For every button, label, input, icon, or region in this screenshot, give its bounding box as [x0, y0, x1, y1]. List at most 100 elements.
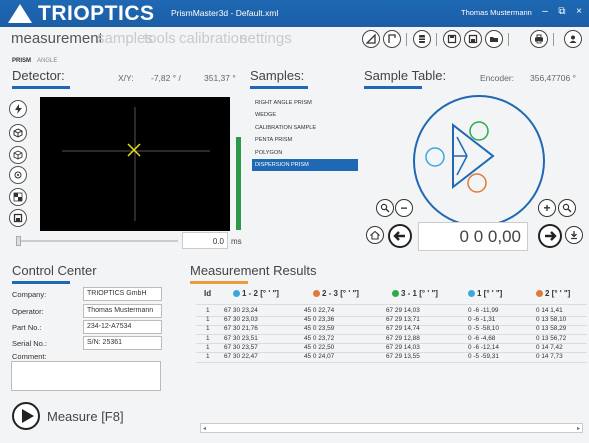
menu-measurement[interactable]: measurement: [11, 30, 103, 47]
subtab-prism[interactable]: PRISM: [12, 58, 31, 64]
table-cell: 67 29 14,03: [386, 307, 420, 314]
save-icon[interactable]: [443, 30, 461, 48]
prism-angle-icon[interactable]: [362, 30, 380, 48]
exposure-input[interactable]: 0.0: [182, 232, 228, 249]
operator-label: Operator:: [12, 307, 44, 316]
column-header-id[interactable]: Id: [204, 289, 211, 298]
sample-table-title: Sample Table:: [364, 68, 447, 83]
zoom-out-icon[interactable]: −: [395, 199, 413, 217]
toolbar-separator: [508, 33, 509, 46]
table-cell: 1: [206, 334, 210, 342]
table-cell: 67 30 21,76: [224, 325, 258, 333]
table-cell: 0 14 7,73: [536, 353, 563, 360]
part-no-field[interactable]: 234-12-A7534: [83, 320, 162, 334]
flash-icon[interactable]: [9, 100, 27, 118]
sample-item[interactable]: POLYGON: [252, 147, 358, 159]
sample-list: RIGHT ANGLE PRISM WEDGE CALIBRATION SAMP…: [252, 97, 358, 172]
menu-calibration[interactable]: calibration: [179, 30, 247, 47]
print-icon[interactable]: [530, 30, 548, 48]
cube-outline-icon[interactable]: [9, 146, 27, 164]
samples-underline: [250, 86, 308, 89]
table-cell: 0 13 58,10: [536, 316, 567, 324]
rotate-left-button[interactable]: [388, 224, 412, 248]
column-header-1[interactable]: 1 [° ' "]: [468, 289, 502, 298]
menu-bar: measurement samples tools calibration se…: [0, 27, 589, 53]
exposure-slider-track[interactable]: [20, 240, 178, 242]
cube-icon[interactable]: [9, 124, 27, 142]
exposure-slider-handle[interactable]: [16, 236, 21, 246]
control-center-underline: [12, 281, 70, 284]
results-underline: [190, 281, 248, 284]
table-cell: 0 -5 -59,31: [468, 353, 499, 360]
user-icon[interactable]: [564, 30, 582, 48]
table-cell: 1: [206, 307, 210, 314]
horizontal-scrollbar[interactable]: ◂ ▸: [200, 423, 583, 433]
sample-item[interactable]: PENTA PRISM: [252, 134, 358, 146]
play-icon[interactable]: [22, 409, 34, 423]
x-value: -7,82 ° /: [151, 73, 181, 83]
toolbar-separator: [436, 33, 437, 46]
save-image-icon[interactable]: [9, 209, 27, 227]
flag-icon[interactable]: [383, 30, 401, 48]
column-header-2[interactable]: 2 [° ' "]: [536, 289, 570, 298]
sample-table-view[interactable]: [413, 95, 545, 227]
subtab-angle[interactable]: ANGLE: [37, 58, 57, 64]
table-cell: 45 0 24,07: [304, 353, 335, 360]
row-divider: [196, 361, 587, 363]
comment-input[interactable]: [11, 361, 161, 391]
database-icon[interactable]: [413, 30, 431, 48]
zoom-search-left-icon[interactable]: [376, 199, 394, 217]
serial-no-field[interactable]: S/N: 25361: [83, 336, 162, 350]
column-header-2-3[interactable]: 2 - 3 [° ' "]: [313, 289, 359, 298]
sample-item[interactable]: CALIBRATION SAMPLE: [252, 122, 358, 134]
serial-no-label: Serial No.:: [12, 339, 48, 348]
column-header-label: 1 [° ' "]: [477, 289, 503, 298]
rotate-right-button[interactable]: [538, 224, 562, 248]
table-cell: 67 30 23,24: [224, 307, 258, 314]
exposure-unit: ms: [231, 237, 242, 246]
logo-text: TRIOPTICS: [38, 2, 155, 25]
table-cell: 45 0 23,72: [304, 334, 335, 342]
maximize-button[interactable]: ⧉: [555, 5, 569, 19]
sample-item[interactable]: WEDGE: [252, 109, 358, 121]
company-field[interactable]: TRIOPTICS GmbH: [83, 287, 162, 301]
download-icon[interactable]: [565, 226, 583, 244]
table-cell: 1: [206, 353, 210, 360]
detector-view[interactable]: [40, 97, 230, 231]
table-cell: 67 30 23,57: [224, 343, 258, 351]
table-cell: 67 29 14,03: [386, 343, 420, 351]
table-cell: 67 29 12,88: [386, 334, 420, 342]
orange-dot-icon: [313, 290, 320, 297]
operator-field[interactable]: Thomas Mustermann: [83, 304, 162, 318]
checkerboard-icon[interactable]: [9, 188, 27, 206]
minimize-button[interactable]: –: [538, 5, 552, 19]
measure-label[interactable]: Measure [F8]: [47, 409, 124, 424]
angle-input[interactable]: 0 0 0,00: [418, 222, 528, 251]
table-cell: 67 29 13,55: [386, 353, 420, 360]
zoom-in-icon[interactable]: +: [538, 199, 556, 217]
header-divider: [196, 304, 587, 305]
menu-settings[interactable]: settings: [240, 30, 292, 47]
table-cell: 45 0 23,59: [304, 325, 335, 333]
column-header-1-2[interactable]: 1 - 2 [° ' "]: [233, 289, 279, 298]
save-as-icon[interactable]: [464, 30, 482, 48]
menu-tools[interactable]: tools: [144, 30, 176, 47]
results-title: Measurement Results: [190, 263, 317, 278]
column-header-label: 3 - 1 [° ' "]: [401, 289, 438, 298]
detector-title: Detector:: [12, 68, 65, 83]
table-cell: 0 -6 -12,14: [468, 343, 499, 351]
zoom-search-right-icon[interactable]: [558, 199, 576, 217]
samples-title: Samples:: [250, 68, 305, 83]
folder-icon[interactable]: [485, 30, 503, 48]
scroll-left-icon[interactable]: ◂: [203, 425, 206, 432]
green-dot-icon: [392, 290, 399, 297]
scroll-right-icon[interactable]: ▸: [577, 425, 580, 432]
target-icon[interactable]: [9, 166, 27, 184]
close-button[interactable]: ×: [572, 5, 586, 19]
table-cell: 1: [206, 316, 210, 324]
sample-item-selected[interactable]: DISPERSION PRISM: [252, 158, 358, 172]
encoder-value: 356,47706 °: [530, 73, 576, 83]
column-header-3-1[interactable]: 3 - 1 [° ' "]: [392, 289, 438, 298]
sample-item[interactable]: RIGHT ANGLE PRISM: [252, 97, 358, 109]
home-icon[interactable]: [366, 226, 384, 244]
